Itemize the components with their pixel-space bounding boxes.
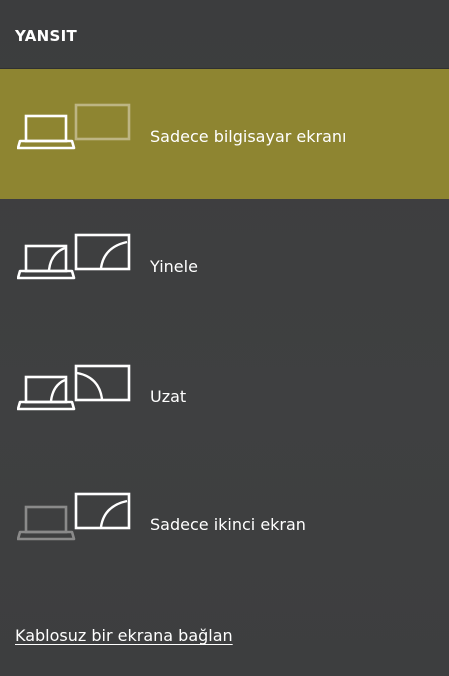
project-panel: YANSIT Sadece bilgisayar ekranı Yinele U…: [0, 0, 449, 676]
option-second-screen-only[interactable]: Sadece ikinci ekran: [0, 459, 449, 589]
connect-wireless-display-link[interactable]: Kablosuz bir ekrana bağlan: [15, 626, 233, 645]
second-screen-only-icon: [17, 492, 131, 541]
panel-title: YANSIT: [15, 27, 78, 45]
option-duplicate[interactable]: Yinele: [0, 199, 449, 329]
pc-screen-only-icon: [17, 103, 131, 150]
extend-icon: [17, 364, 131, 411]
duplicate-icon: [17, 233, 131, 280]
option-label: Uzat: [150, 387, 187, 406]
option-extend[interactable]: Uzat: [0, 329, 449, 459]
option-label: Sadece ikinci ekran: [150, 515, 306, 534]
panel-header: YANSIT: [0, 0, 449, 69]
option-label: Sadece bilgisayar ekranı: [150, 127, 347, 146]
option-label: Yinele: [150, 257, 198, 276]
option-pc-screen-only[interactable]: Sadece bilgisayar ekranı: [0, 69, 449, 199]
